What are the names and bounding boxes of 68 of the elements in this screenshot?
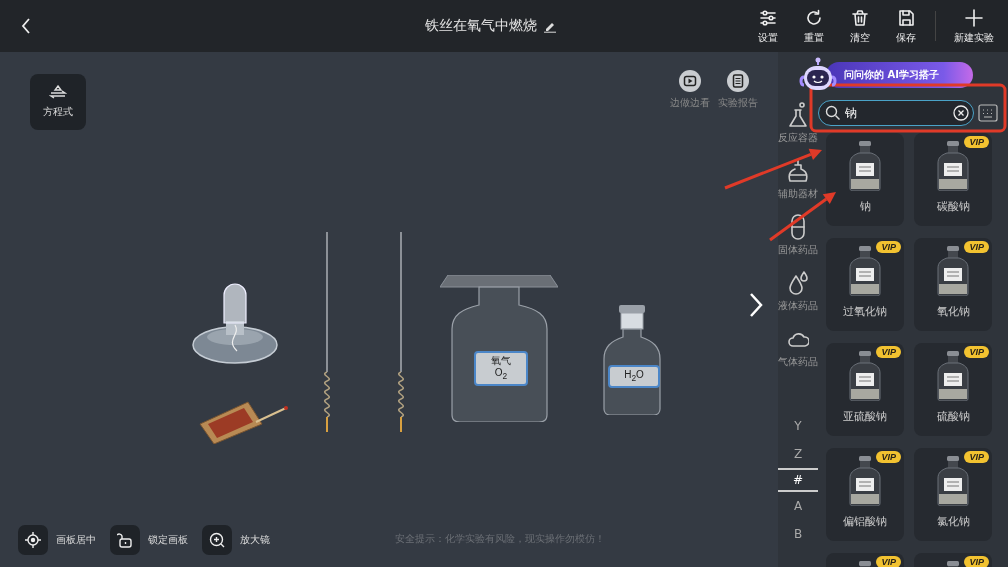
reset-icon — [804, 7, 824, 28]
reagent-bottle-icon — [849, 246, 881, 296]
reagent-card[interactable]: VIP 氧化钠 — [914, 238, 992, 331]
report-icon — [727, 70, 749, 92]
index-letter[interactable]: Z — [778, 440, 818, 468]
reagent-bottle-icon — [937, 351, 969, 401]
equation-icon — [49, 85, 67, 101]
drops-icon — [787, 270, 809, 296]
index-letter[interactable]: Y — [778, 412, 818, 440]
trash-icon — [850, 7, 870, 28]
index-letter[interactable]: B — [778, 520, 818, 548]
reagent-card[interactable]: VIP 亚硫酸钠 — [826, 343, 904, 436]
clear-icon[interactable] — [953, 105, 969, 121]
search-field[interactable]: 钠 — [818, 100, 974, 126]
vip-badge: VIP — [876, 241, 901, 253]
vip-badge: VIP — [964, 136, 989, 148]
category-tab[interactable]: 反应容器 — [778, 102, 818, 158]
plus-button[interactable]: 新建实验 — [946, 7, 1002, 45]
reset-button[interactable]: 重置 — [791, 7, 837, 45]
vip-badge: VIP — [876, 451, 901, 463]
zoom-tool-button[interactable]: 放大镜 — [202, 525, 270, 555]
center-tool-button[interactable]: 画板居中 — [18, 525, 96, 555]
sliders-icon — [758, 7, 778, 28]
bottle-label: 氧气 O$_{2}$ — [474, 351, 528, 386]
category-tab[interactable]: 辅助器材 — [778, 158, 818, 214]
lock-tool-button[interactable]: 锁定画板 — [110, 525, 188, 555]
trash-button[interactable]: 清空 — [837, 7, 883, 45]
vip-badge: VIP — [964, 556, 989, 567]
reagent-card[interactable]: 钠 — [826, 133, 904, 226]
bottle-label: H$_{2}$O — [608, 365, 660, 388]
save-button[interactable]: 保存 — [883, 7, 929, 45]
chevron-right-icon[interactable] — [748, 292, 764, 318]
window-title: 铁丝在氧气中燃烧 — [425, 17, 537, 35]
reagent-card[interactable]: VIP 碳酸钠 — [914, 133, 992, 226]
reagent-bottle-icon — [849, 351, 881, 401]
reagent-card[interactable]: VIP 偏铝酸钠 — [826, 448, 904, 541]
flask-icon — [787, 102, 809, 128]
reagent-card[interactable]: VIP 过氧化钠 — [826, 238, 904, 331]
index-letter[interactable]: A — [778, 492, 818, 520]
zoom-in-icon — [209, 532, 225, 548]
reagent-bottle-icon — [937, 246, 969, 296]
reagent-bottle-icon — [937, 141, 969, 191]
equation-button[interactable]: 方程式 — [30, 74, 86, 130]
category-tab[interactable]: 气体药品 — [778, 326, 818, 382]
reagent-bottle-icon — [849, 456, 881, 506]
vip-badge: VIP — [964, 451, 989, 463]
vip-badge: VIP — [876, 346, 901, 358]
crosshair-icon — [25, 532, 41, 548]
category-tab[interactable]: 固体药品 — [778, 214, 818, 270]
reagent-bottle-icon — [937, 456, 969, 506]
play-icon — [679, 70, 701, 92]
index-letter[interactable]: # — [778, 468, 818, 492]
plus-icon — [964, 7, 984, 28]
vip-badge: VIP — [964, 346, 989, 358]
reagent-card[interactable]: VIP — [826, 553, 904, 567]
category-tab[interactable]: 液体药品 — [778, 270, 818, 326]
keyboard-icon[interactable] — [978, 103, 998, 123]
vip-badge: VIP — [876, 556, 901, 567]
lamp-icon — [787, 158, 809, 184]
back-icon[interactable] — [20, 17, 32, 35]
reagent-card[interactable]: VIP 氯化钠 — [914, 448, 992, 541]
unlock-icon — [117, 532, 133, 548]
reagent-card[interactable]: VIP 硫酸钠 — [914, 343, 992, 436]
sliders-button[interactable]: 设置 — [745, 7, 791, 45]
save-icon — [896, 7, 916, 28]
reagent-card[interactable]: VIP — [914, 553, 992, 567]
vip-badge: VIP — [964, 241, 989, 253]
reagent-bottle-icon — [849, 141, 881, 191]
